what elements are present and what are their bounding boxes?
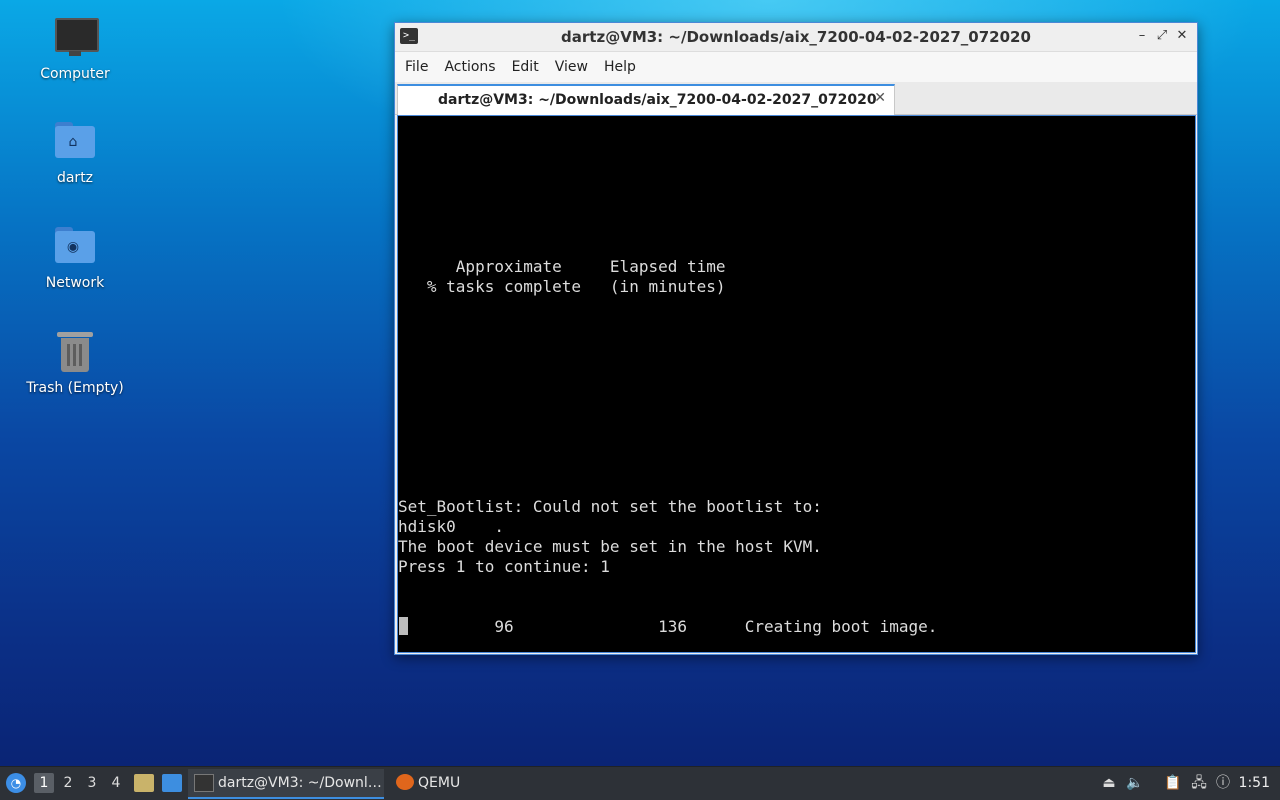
desktop-icon-network[interactable]: ◉ Network xyxy=(20,225,130,291)
desktop-icon-home[interactable]: ⌂ dartz xyxy=(20,120,130,186)
terminal-line: The boot device must be set in the host … xyxy=(398,537,822,556)
qemu-icon xyxy=(396,774,414,790)
workspace-4[interactable]: 4 xyxy=(106,773,126,793)
update-notifier-icon[interactable]: ⓘ xyxy=(1214,774,1232,792)
terminal-line: hdisk0 . xyxy=(398,517,504,536)
tab-close-icon[interactable]: ✕ xyxy=(874,90,886,106)
tab-bar: dartz@VM3: ~/Downloads/aix_7200-04-02-20… xyxy=(395,82,1197,115)
tab-terminal[interactable]: dartz@VM3: ~/Downloads/aix_7200-04-02-20… xyxy=(397,84,895,115)
maximize-button[interactable]: ⤢ xyxy=(1153,27,1171,45)
network-icon[interactable]: 🖧 xyxy=(1190,774,1208,792)
trash-icon xyxy=(53,330,97,374)
menu-edit[interactable]: Edit xyxy=(504,52,547,82)
close-button[interactable]: ✕ xyxy=(1173,27,1191,45)
workspace-1[interactable]: 1 xyxy=(34,773,54,793)
file-manager-icon[interactable] xyxy=(134,774,154,792)
desktop-icon-label: Trash (Empty) xyxy=(26,380,124,396)
window-titlebar[interactable]: >_ dartz@VM3: ~/Downloads/aix_7200-04-02… xyxy=(395,23,1197,52)
home-folder-icon: ⌂ xyxy=(53,120,97,164)
desktop-icon-label: Network xyxy=(45,275,105,291)
terminal-window: >_ dartz@VM3: ~/Downloads/aix_7200-04-02… xyxy=(394,22,1198,655)
terminal-icon xyxy=(194,774,214,792)
terminal-line: Press 1 to continue: 1 xyxy=(398,557,610,576)
minimize-button[interactable]: – xyxy=(1133,27,1151,45)
workspace-3[interactable]: 3 xyxy=(82,773,102,793)
show-desktop-icon[interactable] xyxy=(162,774,182,792)
menu-help[interactable]: Help xyxy=(596,52,644,82)
menu-bar: File Actions Edit View Help xyxy=(395,52,1197,82)
menu-actions[interactable]: Actions xyxy=(436,52,503,82)
desktop-icon-computer[interactable]: Computer xyxy=(20,16,130,82)
terminal-line: 96 136 Creating boot image. xyxy=(398,617,938,636)
terminal-line: Approximate Elapsed time xyxy=(398,257,726,276)
terminal-output[interactable]: Approximate Elapsed time % tasks complet… xyxy=(397,115,1196,653)
clipboard-icon[interactable]: 📋 xyxy=(1164,774,1182,792)
taskbar: ◔ 1 2 3 4 dartz@VM3: ~/Downl… QEMU ⏏ 🔈 📋… xyxy=(0,766,1280,800)
desktop-icon-label: dartz xyxy=(56,170,94,186)
task-terminal[interactable]: dartz@VM3: ~/Downl… xyxy=(188,769,384,799)
terminal-line: % tasks complete (in minutes) xyxy=(398,277,726,296)
menu-file[interactable]: File xyxy=(397,52,436,82)
window-title: dartz@VM3: ~/Downloads/aix_7200-04-02-20… xyxy=(561,28,1031,46)
task-label: dartz@VM3: ~/Downl… xyxy=(218,775,382,791)
clock[interactable]: 1:51 xyxy=(1239,767,1270,800)
eject-icon[interactable]: ⏏ xyxy=(1100,774,1118,792)
desktop-icon-trash[interactable]: Trash (Empty) xyxy=(20,330,130,396)
terminal-line: Set_Bootlist: Could not set the bootlist… xyxy=(398,497,822,516)
computer-icon xyxy=(53,16,99,60)
workspace-2[interactable]: 2 xyxy=(58,773,78,793)
network-folder-icon: ◉ xyxy=(53,225,97,269)
tab-label: dartz@VM3: ~/Downloads/aix_7200-04-02-20… xyxy=(438,92,877,108)
task-qemu[interactable]: QEMU xyxy=(390,769,480,797)
menu-view[interactable]: View xyxy=(547,52,596,82)
task-label: QEMU xyxy=(418,775,461,791)
desktop-icon-label: Computer xyxy=(40,66,110,82)
volume-icon[interactable]: 🔈 xyxy=(1126,774,1144,792)
start-menu-icon[interactable]: ◔ xyxy=(6,773,26,793)
